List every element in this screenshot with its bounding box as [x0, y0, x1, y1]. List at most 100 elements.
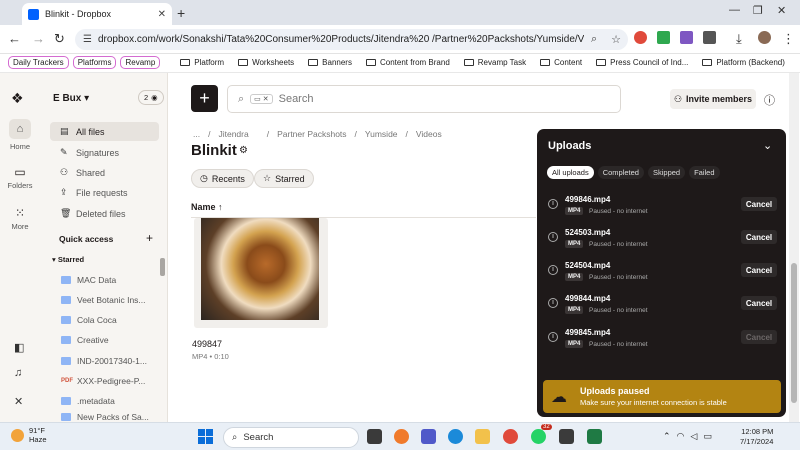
search-icon[interactable]: ⌕ — [591, 33, 597, 46]
notifications-icon[interactable]: ♫ — [14, 367, 22, 379]
tab-failed[interactable]: Failed — [689, 166, 720, 179]
bookmark-folder[interactable]: Press Council of Ind... — [596, 58, 688, 67]
sidebar-item-signatures[interactable]: ✎ Signatures — [50, 143, 159, 162]
bookmark-pill[interactable]: Platforms — [72, 56, 117, 69]
excel-icon[interactable] — [587, 429, 602, 444]
starred-folder[interactable]: .metadata — [61, 392, 156, 410]
rail-folders[interactable]: ▭ Folders — [0, 165, 40, 190]
window-close-icon[interactable]: ✕ — [777, 4, 786, 17]
file-name[interactable]: 499847 — [192, 339, 222, 349]
members-badge[interactable]: 2 ◉ — [138, 90, 164, 105]
start-button[interactable] — [198, 429, 213, 444]
starred-button[interactable]: ☆ Starred — [254, 169, 314, 188]
extensions-puzzle-icon[interactable] — [703, 31, 716, 44]
starred-folder[interactable]: Veet Botanic Ins... — [61, 291, 156, 309]
cancel-button[interactable]: Cancel — [741, 197, 777, 211]
starred-toggle[interactable]: ▾ Starred — [52, 255, 84, 264]
battery-icon[interactable]: ▭ — [703, 431, 712, 442]
search-scope-chip[interactable]: ▭ ✕ — [250, 94, 273, 104]
chevron-up-icon[interactable]: ⌃ — [663, 431, 671, 442]
bookmark-pill[interactable]: Revamp — [120, 56, 161, 69]
dropbox-logo-icon[interactable]: ❖ — [11, 90, 24, 107]
cancel-button[interactable]: Cancel — [741, 230, 777, 244]
file-explorer-icon[interactable] — [475, 429, 490, 444]
app-icon[interactable] — [559, 429, 574, 444]
invite-members-button[interactable]: ⚇ Invite members — [670, 89, 756, 109]
taskbar-search[interactable]: ⌕ Search — [223, 427, 359, 448]
profile-avatar[interactable] — [758, 31, 771, 44]
extension-icon[interactable] — [680, 31, 693, 44]
back-icon[interactable]: ← — [8, 31, 21, 46]
starred-folder[interactable]: MAC Data — [61, 271, 156, 289]
tab-all-uploads[interactable]: All uploads — [547, 166, 594, 179]
sort-by-name[interactable]: Name ↑ — [191, 202, 223, 212]
sidebar-item-shared[interactable]: ⚇ Shared — [50, 163, 159, 182]
help-icon[interactable]: ⓘ — [764, 92, 775, 108]
teams-icon[interactable] — [421, 429, 436, 444]
sidebar-item-all-files[interactable]: ▤ All files — [50, 122, 159, 141]
restore-icon[interactable]: ❐ — [753, 4, 763, 17]
starred-file[interactable]: PDF XXX-Pedigree-P... — [61, 372, 156, 390]
starred-folder[interactable]: IND-20017340-1... — [61, 352, 156, 370]
sidebar-scrollbar[interactable] — [160, 258, 165, 276]
edge-icon[interactable] — [448, 429, 463, 444]
extension-icon[interactable] — [634, 31, 647, 44]
breadcrumb-ellipsis[interactable]: ... — [193, 129, 200, 139]
page-scrollbar[interactable] — [789, 73, 799, 423]
volume-icon[interactable]: ◁ — [690, 431, 697, 442]
chrome-icon[interactable] — [503, 429, 518, 444]
site-info-icon[interactable]: ☰ — [83, 34, 92, 45]
weather-widget[interactable]: 91°F Haze — [11, 426, 47, 444]
tab-skipped[interactable]: Skipped — [647, 166, 686, 179]
bookmark-pill[interactable]: Daily Trackers — [8, 56, 69, 69]
bookmark-folder[interactable]: Content from Brand — [365, 58, 450, 67]
breadcrumb-item[interactable]: Yumside — [365, 129, 398, 139]
chevron-down-icon[interactable]: ⌄ — [763, 139, 772, 152]
downloads-icon[interactable]: ⤓ — [736, 31, 742, 47]
sidebar-item-file-requests[interactable]: ⇪ File requests — [50, 183, 159, 202]
bookmark-folder[interactable]: Worksheets — [238, 58, 294, 67]
apps-icon[interactable]: ✕ — [14, 395, 23, 408]
menu-icon[interactable]: ⋮ — [782, 31, 795, 47]
copilot-icon[interactable] — [394, 429, 409, 444]
bookmark-folder[interactable]: Platform (Backend) — [702, 58, 785, 67]
recents-button[interactable]: ◷ Recents — [191, 169, 254, 188]
page-scrollbar-thumb[interactable] — [791, 263, 797, 403]
file-thumbnail[interactable] — [194, 218, 328, 328]
bookmark-folder[interactable]: Platform — [180, 58, 224, 67]
starred-folder[interactable]: Creative — [61, 331, 156, 349]
bookmark-folder[interactable]: Revamp Task — [463, 58, 526, 67]
create-button[interactable]: + — [191, 85, 218, 112]
new-tab-icon[interactable]: + — [177, 5, 185, 21]
reload-icon[interactable]: ↻ — [54, 31, 65, 47]
bookmark-folder[interactable]: Banners — [308, 58, 352, 67]
minimize-icon[interactable]: — — [729, 4, 740, 16]
cancel-button[interactable]: Cancel — [741, 263, 777, 277]
add-quick-access-icon[interactable]: + — [146, 231, 153, 245]
starred-folder[interactable]: Cola Coca — [61, 311, 156, 329]
browser-tab[interactable]: Blinkit - Dropbox ✕ — [22, 3, 172, 25]
breadcrumb-item[interactable]: Jitendra — [218, 129, 248, 139]
sidebar-item-deleted-files[interactable]: 🗑 Deleted files — [50, 204, 159, 223]
task-view-icon[interactable] — [367, 429, 382, 444]
bookmark-star-icon[interactable]: ☆ — [611, 33, 621, 46]
breadcrumb-item[interactable]: Videos — [416, 129, 442, 139]
whatsapp-icon[interactable] — [531, 429, 546, 444]
forward-icon[interactable]: → — [32, 31, 45, 46]
taskbar-clock[interactable]: 12:08 PM 7/17/2024 — [740, 427, 773, 447]
search-input[interactable]: ⌕ ▭ ✕ Search — [227, 85, 621, 113]
panel-icon[interactable]: ◧ — [14, 341, 24, 354]
tab-close-icon[interactable]: ✕ — [158, 9, 166, 20]
breadcrumb-item[interactable]: Partner Packshots — [277, 129, 346, 139]
cancel-button[interactable]: Cancel — [741, 296, 777, 310]
account-switcher[interactable]: E Bux ▾ — [53, 93, 89, 104]
rail-home[interactable]: ⌂ Home — [0, 119, 40, 151]
tab-completed[interactable]: Completed — [597, 166, 644, 179]
extension-icon[interactable] — [657, 31, 670, 44]
wifi-icon[interactable]: ◠ — [677, 431, 685, 442]
rail-more[interactable]: ⁙ More — [0, 206, 40, 231]
bookmark-folder[interactable]: Content — [540, 58, 582, 67]
folder-settings-icon[interactable]: ⚙ — [239, 145, 248, 156]
address-bar[interactable]: ☰ dropbox.com/work/Sonakshi/Tata%20Consu… — [75, 29, 628, 50]
cancel-button[interactable]: Cancel — [741, 330, 777, 344]
